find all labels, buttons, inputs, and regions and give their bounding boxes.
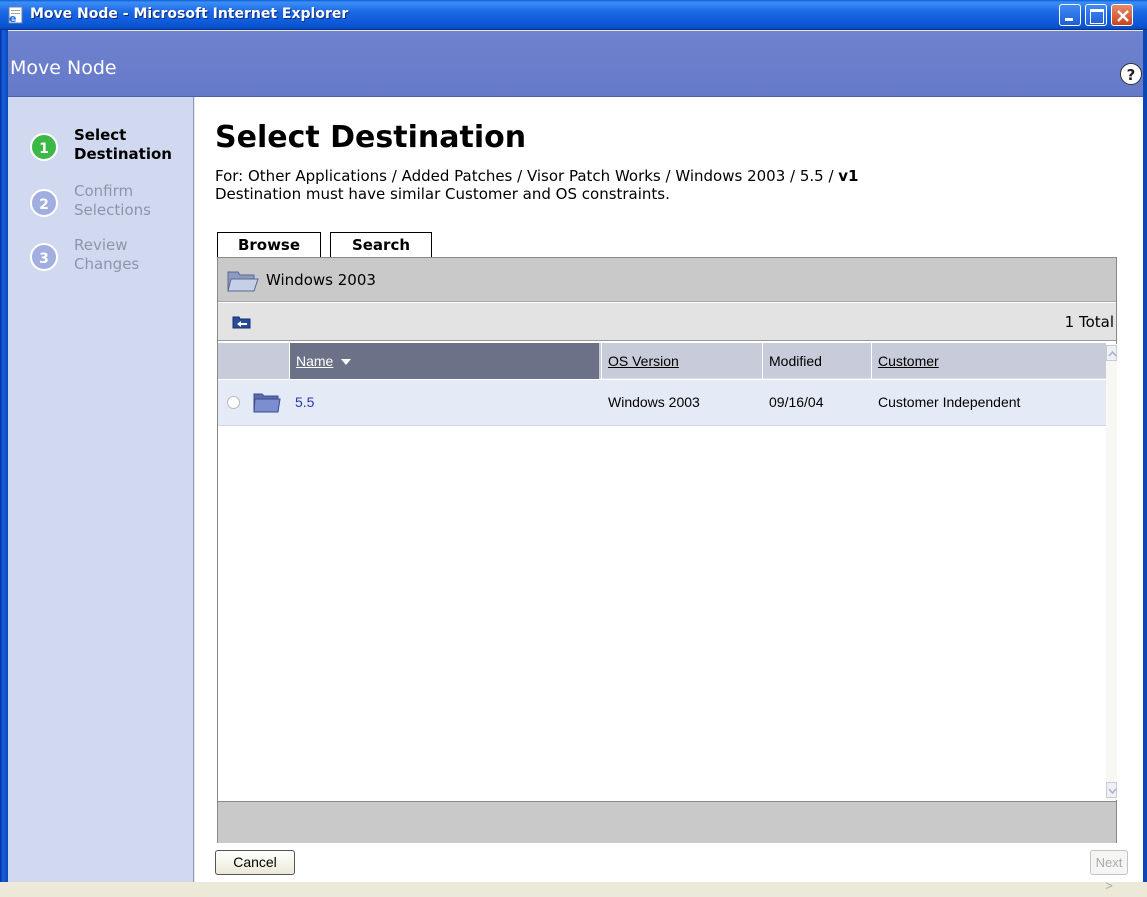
row-select-radio[interactable] (227, 396, 240, 409)
column-customer[interactable]: Customer (871, 343, 1106, 379)
svg-text:e: e (9, 12, 16, 24)
step-label: Select Destination (74, 126, 172, 163)
close-icon (1117, 10, 1129, 22)
main-content: Select Destination For: Other Applicatio… (195, 97, 1143, 893)
panel-footer (218, 801, 1116, 843)
node-version: v1 (838, 167, 859, 185)
up-folder-icon[interactable] (232, 314, 252, 330)
ie-page-icon: e (8, 6, 23, 24)
current-folder-bar: Windows 2003 (218, 258, 1116, 302)
window-titlebar: e Move Node - Microsoft Internet Explore… (0, 0, 1147, 30)
tab-search[interactable]: Search (330, 232, 432, 257)
total-count: 1 Total (1064, 313, 1114, 331)
scroll-down-button[interactable] (1106, 782, 1117, 798)
column-modified: Modified (762, 343, 869, 379)
window-frame-right (1143, 30, 1147, 882)
column-name[interactable]: Name (289, 343, 599, 379)
open-folder-icon (227, 271, 259, 292)
step-label: Confirm Selections (74, 182, 151, 219)
tab-browse[interactable]: Browse (217, 232, 321, 257)
step-number-2: 2 (30, 189, 58, 217)
vertical-scrollbar[interactable] (1106, 344, 1117, 800)
row-modified: 09/16/04 (769, 394, 824, 410)
column-select (218, 343, 289, 379)
step-label: Review Changes (74, 236, 140, 273)
sort-descending-icon (341, 359, 352, 366)
dialog-header: Move Node ? (8, 31, 1143, 97)
minimize-button[interactable] (1059, 4, 1081, 26)
column-os-version[interactable]: OS Version (601, 343, 761, 379)
row-os-version: Windows 2003 (608, 394, 700, 410)
next-button[interactable]: Next > (1090, 850, 1128, 893)
table-header: Name OS Version Modified Customer (218, 343, 1106, 379)
help-icon[interactable]: ? (1120, 63, 1142, 85)
row-customer: Customer Independent (878, 394, 1021, 410)
browse-toolbar: 1 Total (218, 303, 1116, 341)
cancel-button[interactable]: Cancel (215, 850, 295, 875)
table-row[interactable]: 5.5 Windows 2003 09/16/04 Customer Indep… (218, 380, 1106, 426)
close-button[interactable] (1111, 4, 1133, 26)
chevron-up-icon (1108, 350, 1117, 357)
current-folder-name: Windows 2003 (266, 271, 376, 289)
header-band: Move Node ? (8, 31, 1143, 97)
browse-panel: Windows 2003 1 Total Name OS Version Mod… (217, 257, 1117, 843)
step-number-3: 3 (30, 243, 58, 271)
chevron-down-icon (1108, 788, 1117, 795)
wizard-steps-sidebar: 1 Select Destination 2 Confirm Selection… (8, 97, 194, 882)
window-frame-left (0, 30, 8, 882)
step-number-1: 1 (30, 133, 58, 161)
window-title: Move Node - Microsoft Internet Explorer (30, 6, 349, 22)
maximize-button[interactable] (1085, 4, 1107, 26)
node-path: For: Other Applications / Added Patches … (215, 167, 859, 185)
page-title: Select Destination (215, 120, 527, 155)
dialog-title: Move Node (10, 57, 117, 79)
constraint-note: Destination must have similar Customer a… (215, 185, 670, 203)
scroll-up-button[interactable] (1106, 345, 1117, 361)
row-name-link[interactable]: 5.5 (295, 394, 314, 410)
folder-icon (253, 393, 281, 413)
